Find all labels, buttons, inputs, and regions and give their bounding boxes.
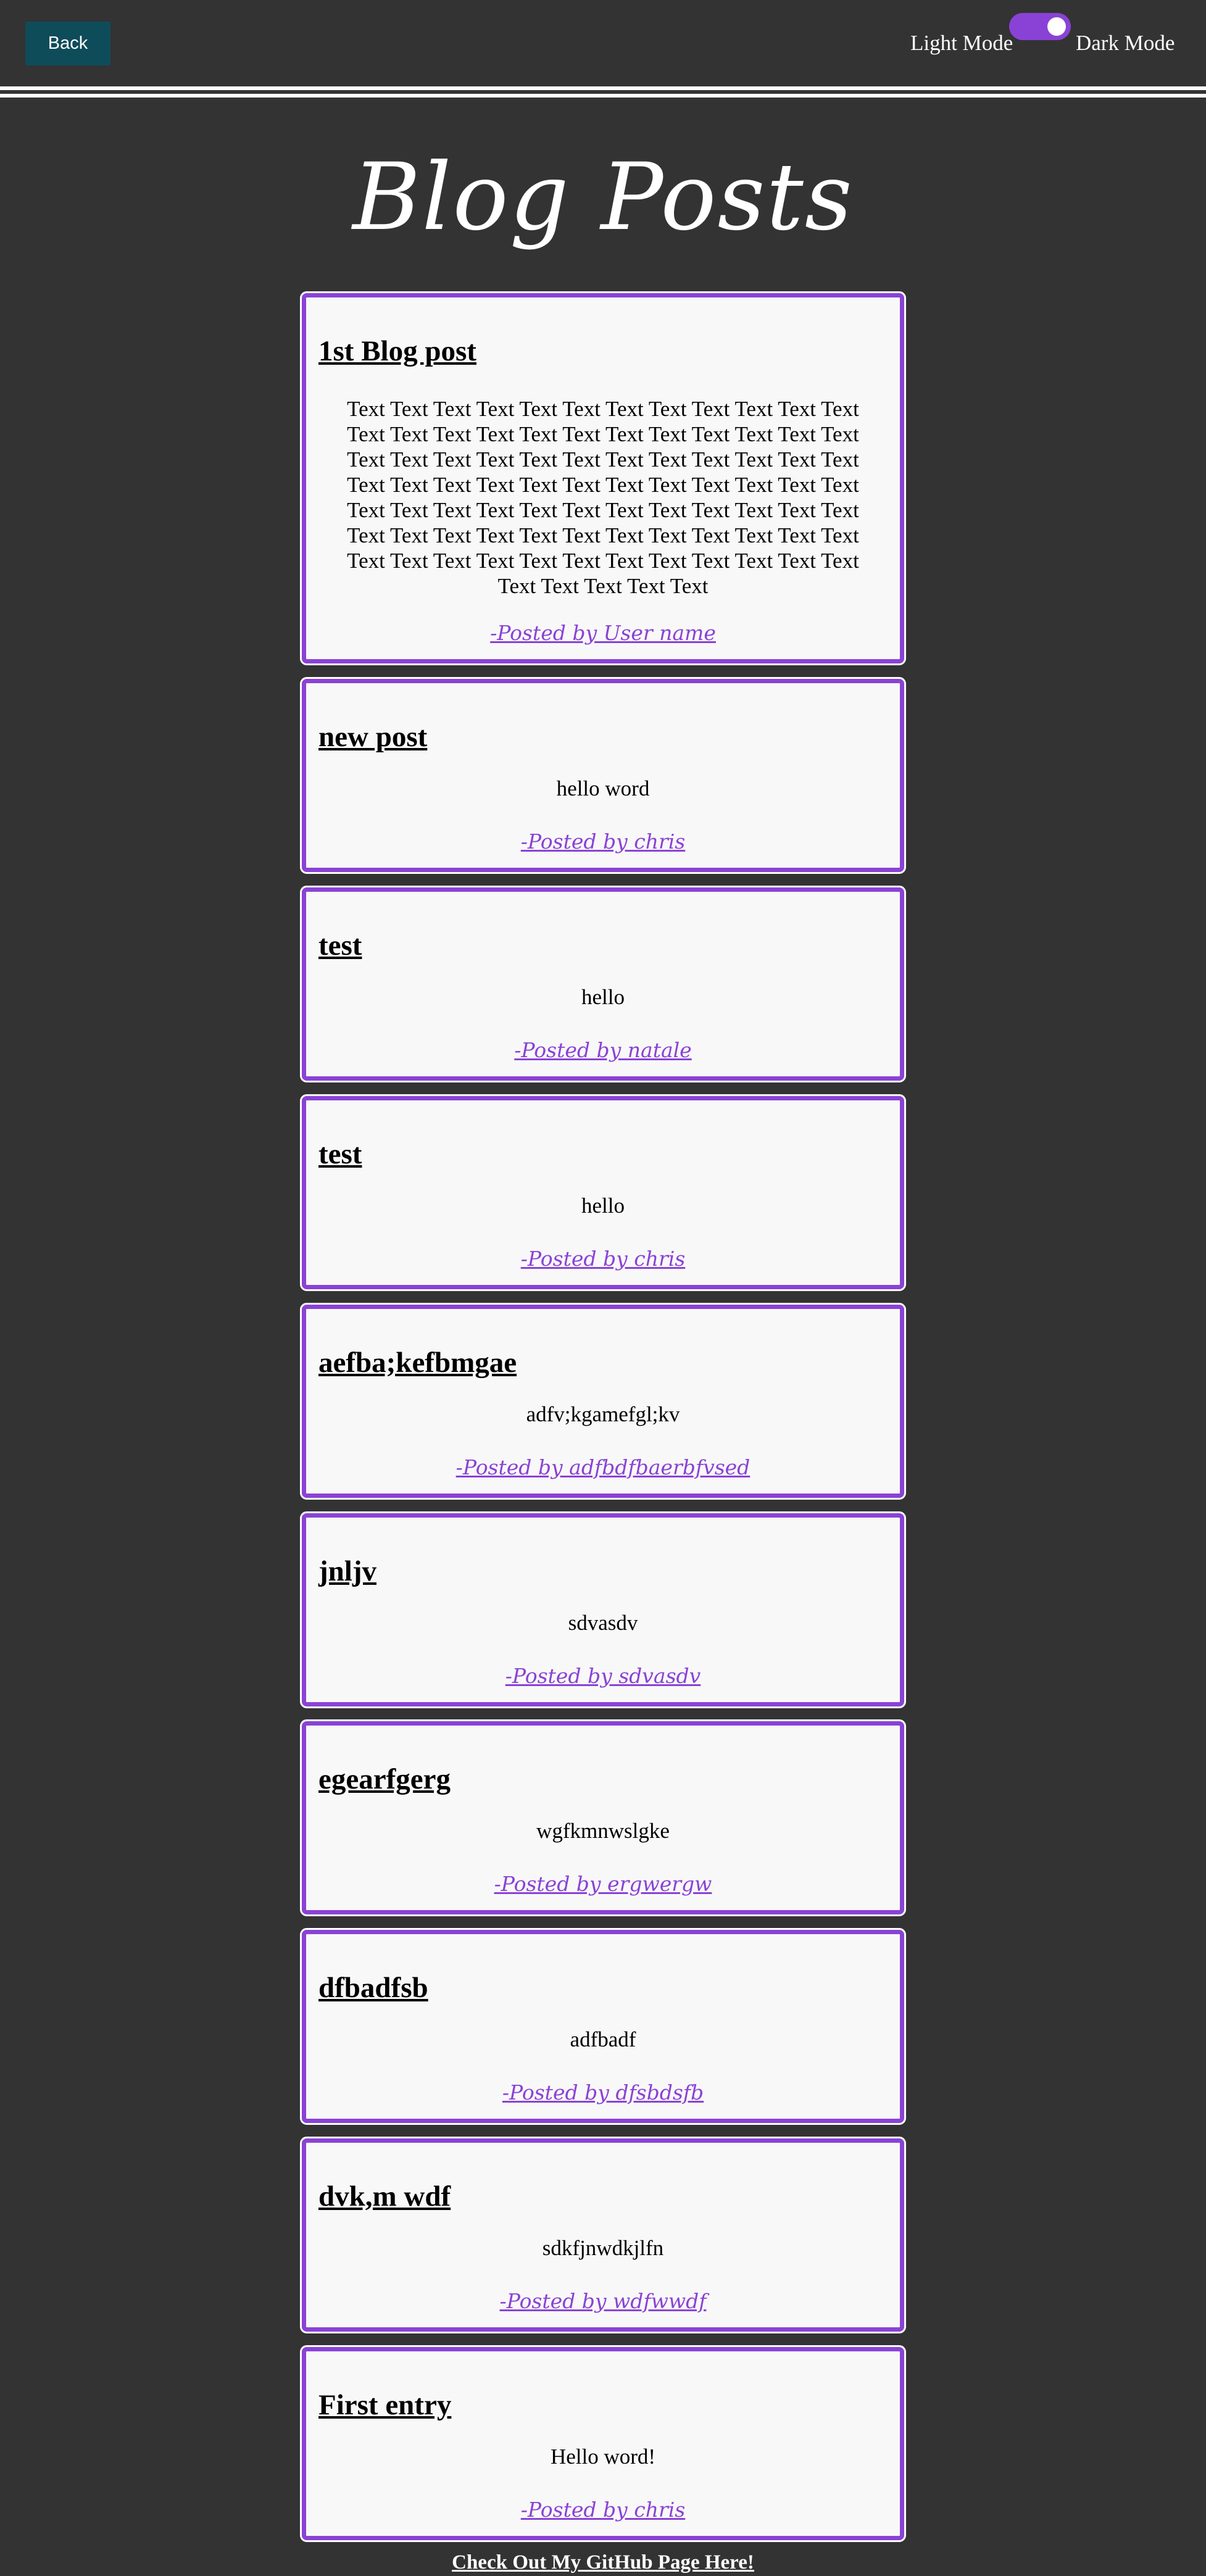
blog-post-card: 1st Blog post Text Text Text Text Text T… bbox=[300, 291, 906, 665]
blog-post-card: new post hello word -Posted by chris bbox=[300, 677, 906, 874]
post-body: Hello word! bbox=[550, 2445, 656, 2469]
dark-mode-toggle[interactable] bbox=[1009, 13, 1071, 40]
blog-post-card: egearfgerg wgfkmnwslgke -Posted by ergwe… bbox=[300, 1719, 906, 1916]
back-button[interactable]: Back bbox=[25, 22, 110, 65]
post-author-link[interactable]: -Posted by User name bbox=[306, 621, 900, 646]
toggle-knob bbox=[1047, 17, 1066, 36]
post-body: hello word bbox=[556, 776, 650, 800]
post-author-link[interactable]: -Posted by chris bbox=[306, 1247, 900, 1271]
post-title: egearfgerg bbox=[318, 1763, 451, 1795]
blog-post-card: dfbadfsb adfbadf -Posted by dfsbdsfb bbox=[300, 1928, 906, 2125]
post-author-link[interactable]: -Posted by chris bbox=[306, 829, 900, 854]
post-body: hello bbox=[581, 985, 625, 1009]
post-author-link[interactable]: -Posted by wdfwwdf bbox=[306, 2289, 900, 2314]
post-title: aefba;kefbmgae bbox=[318, 1347, 517, 1379]
post-body: hello bbox=[581, 1194, 625, 1218]
post-author-link[interactable]: -Posted by chris bbox=[306, 2498, 900, 2522]
post-title: First entry bbox=[318, 2389, 452, 2421]
github-link[interactable]: Check Out My GitHub Page Here! bbox=[0, 2551, 1206, 2574]
blog-post-card: test hello -Posted by chris bbox=[300, 1094, 906, 1291]
page-title: Blog Posts bbox=[352, 144, 854, 251]
header-divider-bottom bbox=[0, 94, 1206, 98]
post-body: adfv;kgamefgl;kv bbox=[526, 1402, 680, 1426]
post-title: dvk,m wdf bbox=[318, 2180, 451, 2212]
blog-post-card: aefba;kefbmgae adfv;kgamefgl;kv -Posted … bbox=[300, 1303, 906, 1500]
blog-post-card: test hello -Posted by natale bbox=[300, 886, 906, 1082]
post-author-link[interactable]: -Posted by ergwergw bbox=[306, 1872, 900, 1897]
post-title: test bbox=[318, 929, 362, 962]
post-title: jnljv bbox=[318, 1555, 376, 1587]
light-mode-label: Light Mode bbox=[910, 31, 1013, 55]
post-author-link[interactable]: -Posted by natale bbox=[306, 1038, 900, 1063]
header-divider-top bbox=[0, 86, 1206, 90]
post-title: test bbox=[318, 1138, 362, 1170]
blog-post-card: First entry Hello word! -Posted by chris bbox=[300, 2345, 906, 2542]
post-author-link[interactable]: -Posted by dfsbdsfb bbox=[306, 2080, 900, 2105]
dark-mode-label: Dark Mode bbox=[1076, 31, 1175, 55]
post-body: wgfkmnwslgke bbox=[536, 1819, 670, 1843]
post-body: adfbadf bbox=[570, 2027, 636, 2051]
post-title: dfbadfsb bbox=[318, 1972, 428, 2004]
blog-post-card: jnljv sdvasdv -Posted by sdvasdv bbox=[300, 1511, 906, 1708]
post-title: 1st Blog post bbox=[318, 335, 476, 367]
post-author-link[interactable]: -Posted by sdvasdv bbox=[306, 1664, 900, 1689]
post-body: Text Text Text Text Text Text Text Text … bbox=[347, 397, 859, 598]
blog-post-card: dvk,m wdf sdkfjnwdkjlfn -Posted by wdfww… bbox=[300, 2137, 906, 2333]
post-body: sdvasdv bbox=[568, 1611, 638, 1635]
post-author-link[interactable]: -Posted by adfbdfbaerbfvsed bbox=[306, 1455, 900, 1480]
post-body: sdkfjnwdkjlfn bbox=[542, 2236, 664, 2260]
post-title: new post bbox=[318, 721, 428, 753]
